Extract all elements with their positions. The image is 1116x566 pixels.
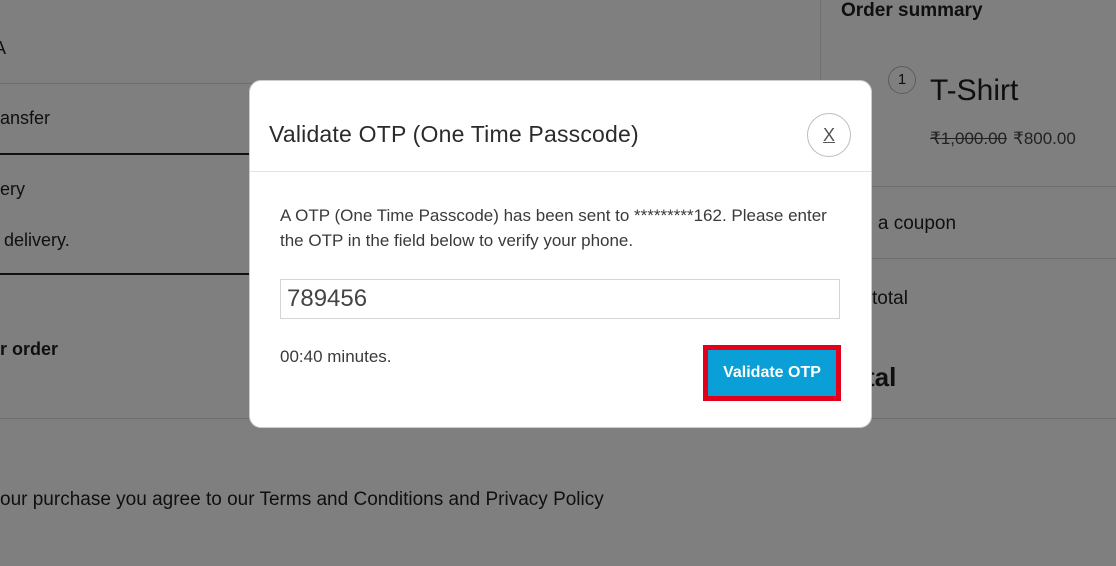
otp-modal: Validate OTP (One Time Passcode) X A OTP… — [249, 80, 872, 428]
validate-otp-button[interactable]: Validate OTP — [708, 350, 836, 396]
validate-highlight: Validate OTP — [703, 345, 841, 401]
otp-timer: 00:40 minutes. — [280, 347, 392, 366]
close-button[interactable]: X — [807, 113, 851, 157]
modal-title: Validate OTP (One Time Passcode) — [269, 121, 639, 147]
otp-message: A OTP (One Time Passcode) has been sent … — [280, 206, 827, 250]
otp-input[interactable] — [280, 279, 840, 319]
modal-header: Validate OTP (One Time Passcode) X — [250, 81, 871, 172]
